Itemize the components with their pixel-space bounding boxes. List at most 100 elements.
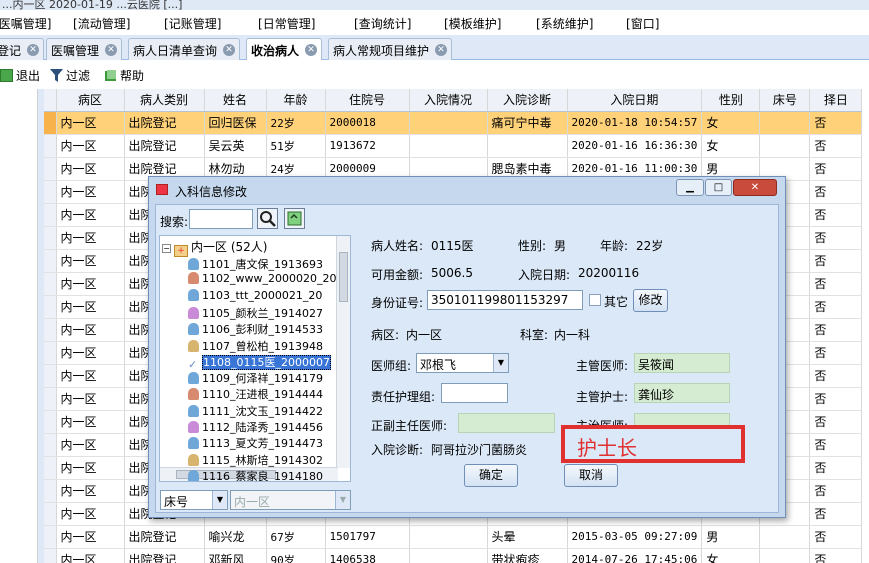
row-indicator[interactable] [44,502,57,526]
chevron-down-icon[interactable]: ▼ [493,354,508,372]
tab-registration[interactable]: 登记 ✕ [0,38,45,60]
menu-flow[interactable]: [流动管理] [73,15,130,32]
tab-routine-items[interactable]: 病人常规项目维护 ✕ [328,38,453,60]
combo-value: 床号 [164,495,189,509]
row-indicator[interactable] [44,226,57,250]
row-indicator[interactable] [44,203,57,227]
row-indicator[interactable] [44,249,57,273]
left-panel [0,89,38,563]
tree-item[interactable]: 1113_夏文芳_1914473 [188,435,323,451]
scroll-thumb[interactable] [339,252,348,302]
row-indicator[interactable] [44,134,57,158]
table-row[interactable]: 内一区 出院登记 回归医保 22岁 2000018 痛可宁中毒 2020-01-18 10:… [44,111,863,135]
filter-button[interactable]: 过滤 [50,67,90,84]
menu-template[interactable]: [模板维护] [444,15,501,32]
gender-value: 男 [554,239,567,253]
search-button[interactable] [257,208,278,229]
close-icon[interactable]: ✕ [105,44,118,56]
tree-item[interactable]: ✓ 1108_0115医_2000007 [188,354,331,371]
tree-item[interactable]: 1112_陆泽秀_1914456 [188,419,323,435]
row-indicator[interactable] [44,479,57,503]
row-indicator[interactable] [44,157,57,181]
search-input[interactable] [189,209,253,229]
help-button[interactable]: 帮助 [104,67,144,84]
row-indicator[interactable] [44,456,57,480]
table-row[interactable]: 内一区 出院登记 喻兴龙 67岁 1501797 头晕 2015-03-05 09:27:0… [44,525,863,549]
refresh-button[interactable] [284,208,305,229]
chevron-down-icon[interactable]: ▼ [212,491,227,509]
tab-admit-patient[interactable]: 收治病人 ✕ [246,38,323,60]
minimize-button[interactable]: ▁ [676,179,704,196]
close-icon[interactable]: ✕ [305,44,318,56]
column-header[interactable]: 入院诊断 [487,89,568,112]
id-number-field[interactable]: 350101199801153297 [427,290,583,310]
tree-item[interactable]: 1106_彭利财_1914533 [188,321,323,337]
row-indicator[interactable] [44,410,57,434]
column-header[interactable]: 床号 [759,89,811,112]
column-header[interactable]: 入院日期 [567,89,703,112]
menu-system[interactable]: [系统维护] [536,15,593,32]
chevron-down-icon[interactable]: ▼ [335,491,350,509]
column-header[interactable]: 入院情况 [409,89,488,112]
tree-item[interactable]: 1109_何泽祥_1914179 [188,370,323,386]
column-header[interactable]: 病区 [56,89,125,112]
table-row[interactable]: 内一区 出院登记 吴云英 51岁 1913672 2020-01-16 16:36:30 女… [44,134,863,158]
tab-daily-bill[interactable]: 病人日清单查询 ✕ [128,38,241,60]
row-indicator[interactable] [44,180,57,204]
person-icon [188,404,199,417]
collapse-icon[interactable]: − [162,244,171,253]
tree-item[interactable]: 1111_沈文玉_1914422 [188,403,323,419]
menu-window[interactable]: [窗口] [626,15,659,32]
tree-item[interactable]: 1107_曾松柏_1913948 [188,338,323,354]
tree-item[interactable]: 1101_唐文保_1913693 [188,256,323,272]
modify-button[interactable]: 修改 [633,289,668,312]
close-button[interactable]: ✕ [733,179,777,196]
column-header[interactable]: 性别 [701,89,761,112]
row-indicator[interactable] [44,525,57,549]
row-indicator[interactable] [44,272,57,296]
tree-item[interactable]: 1103_ttt_2000021_20 [188,288,322,305]
dialog-title-bar[interactable]: 入科信息修改 ▁ □ ✕ [149,177,785,203]
menu-query[interactable]: [查询统计] [354,15,411,32]
tree-item[interactable]: 1105_颜秋兰_1914027 [188,305,323,321]
chief-nurse-field[interactable]: 龚仙珍 [634,383,730,403]
close-icon[interactable]: ✕ [223,44,236,56]
tree-root[interactable]: − + 内一区 (52人) [162,238,267,257]
column-header[interactable]: 择日 [809,89,863,112]
sort-combo[interactable]: 床号 ▼ [160,490,228,510]
tree-item[interactable]: 1115_林斯培_1914302 [188,452,323,468]
other-checkbox[interactable] [589,294,601,306]
row-indicator[interactable] [44,433,57,457]
menu-daily[interactable]: [日常管理] [258,15,315,32]
row-indicator[interactable] [44,295,57,319]
menu-billing[interactable]: [记账管理] [164,15,221,32]
row-indicator[interactable] [44,111,57,135]
tree-vertical-scrollbar[interactable] [336,236,350,468]
menu-orders[interactable]: [医嘱管理] [0,15,51,32]
resp-nurse-group-field[interactable] [441,383,508,403]
close-icon[interactable]: ✕ [27,44,40,56]
tree-item[interactable]: 1102_www_2000020_20 [188,272,336,288]
row-indicator[interactable] [44,341,57,365]
maximize-button[interactable]: □ [705,179,732,196]
close-icon[interactable]: ✕ [435,44,448,56]
tree-item[interactable]: 1116_蔡家良_1914180 [188,468,323,481]
ward-combo[interactable]: 内一区 ▼ [230,490,351,510]
table-row[interactable]: 内一区 出院登记 邓新风 90岁 1406538 带状疱疹 2014-07-26 17:45… [44,548,863,563]
column-header[interactable]: 住院号 [325,89,410,112]
cancel-button[interactable]: 取消 [564,464,618,487]
column-header[interactable]: 病人类别 [124,89,205,112]
row-indicator[interactable] [44,318,57,342]
tree-item[interactable]: 1110_汪进根_1914444 [188,386,323,402]
ok-button[interactable]: 确定 [464,464,518,487]
row-indicator[interactable] [44,548,57,563]
column-header[interactable]: 年龄 [266,89,326,112]
row-indicator[interactable] [44,364,57,388]
column-header[interactable]: 姓名 [204,89,267,112]
attending-field[interactable]: 吴筱闻 [634,353,730,373]
exit-button[interactable]: 退出 [0,67,40,84]
director-field[interactable] [458,413,555,433]
doctor-group-combo[interactable]: 邓根飞 ▼ [416,353,509,373]
tab-orders[interactable]: 医嘱管理 ✕ [46,38,123,60]
row-indicator[interactable] [44,387,57,411]
